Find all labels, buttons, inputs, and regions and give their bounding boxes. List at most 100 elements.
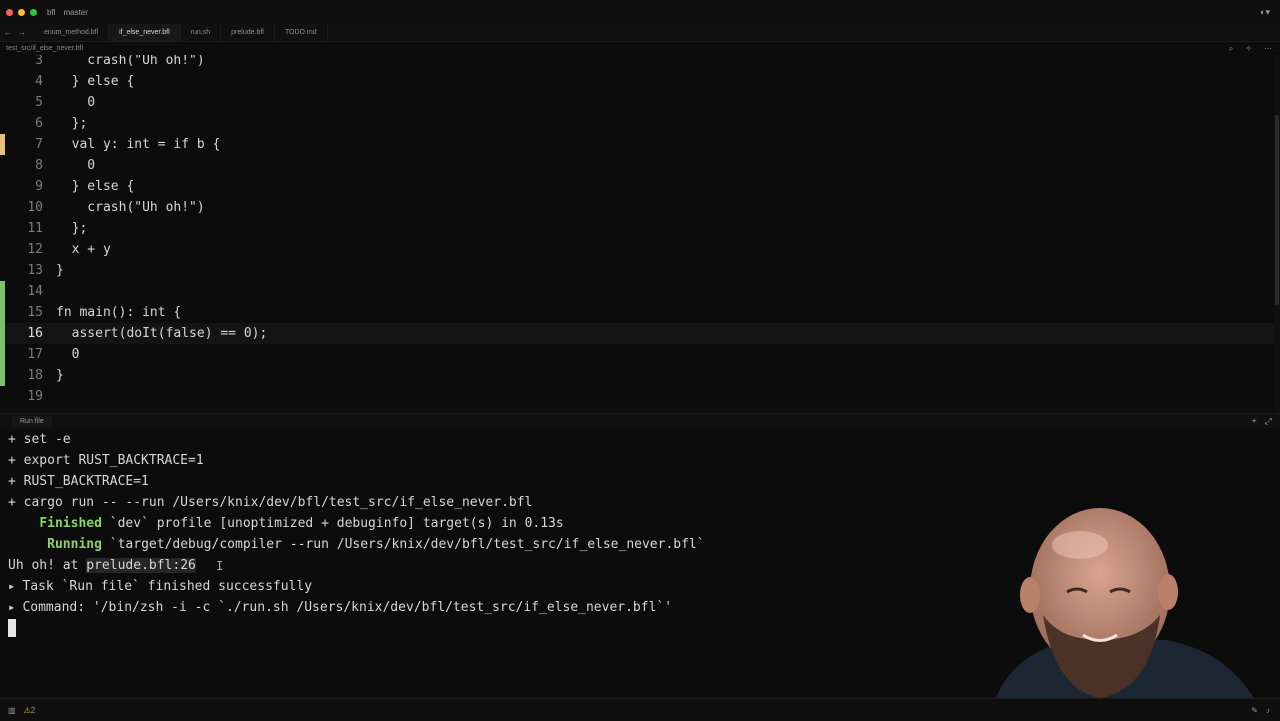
bell-icon[interactable]: ♪ xyxy=(1266,706,1270,715)
line-number: 14 xyxy=(27,284,43,299)
line-number: 18 xyxy=(27,368,43,383)
line-number: 12 xyxy=(27,242,43,257)
task-status-text: Task `Run file` finished successfully xyxy=(22,579,313,594)
source-location-link[interactable]: prelude.bfl:26 xyxy=(86,558,196,573)
code-line[interactable]: 5 0 xyxy=(0,92,1274,113)
terminal-line[interactable]: ▸ Command: '/bin/zsh -i -c `./run.sh /Us… xyxy=(8,597,672,618)
tab-if-else-never[interactable]: if_else_never.bfl xyxy=(109,24,181,41)
sparkle-icon[interactable]: ✧ xyxy=(1245,44,1252,54)
code-line[interactable]: 15 fn main(): int { xyxy=(0,302,1274,323)
feedback-icon[interactable]: ✎ xyxy=(1251,706,1258,715)
nav-buttons: ← → xyxy=(0,24,34,41)
tab-todo[interactable]: TODO.md xyxy=(275,24,328,41)
scrollbar-thumb[interactable] xyxy=(1275,115,1279,305)
tab-enum-method[interactable]: enum_method.bfl xyxy=(34,24,110,41)
code-line[interactable]: 19 xyxy=(0,386,1274,407)
tab-run-file[interactable]: Run file xyxy=(12,416,52,427)
line-number: 3 xyxy=(35,55,43,68)
line-text: crash("Uh oh!") xyxy=(56,55,205,68)
code-line[interactable]: 18} xyxy=(0,365,1274,386)
terminal-line: Finished `dev` profile [unoptimized + de… xyxy=(8,513,564,534)
line-text: }; xyxy=(56,221,88,236)
code-line[interactable]: 12 x + y xyxy=(0,239,1274,260)
line-number: 11 xyxy=(27,221,43,236)
code-line[interactable]: 10 crash("Uh oh!") xyxy=(0,197,1274,218)
line-text: 0 xyxy=(56,95,96,110)
plus-icon[interactable]: + xyxy=(1252,416,1257,427)
line-text: }; xyxy=(56,116,88,131)
tab-label: prelude.bfl xyxy=(231,29,264,36)
tab-prelude[interactable]: prelude.bfl xyxy=(221,24,275,41)
branch-name[interactable]: master xyxy=(63,8,87,17)
code-line[interactable]: 17 0 xyxy=(0,344,1274,365)
terminal-panel-header: Run file + ⤢ xyxy=(0,413,1280,429)
terminal-line: Uh oh! at prelude.bfl:26 xyxy=(8,555,196,576)
line-number: 10 xyxy=(27,200,43,215)
code-editor[interactable]: 3 crash("Uh oh!") 4 } else { 5 0 6 }; 7 … xyxy=(0,55,1280,412)
project-name[interactable]: bfl xyxy=(47,8,55,17)
tab-label: run.sh xyxy=(190,29,211,36)
line-number: 17 xyxy=(27,347,43,362)
line-text: 0 xyxy=(56,158,96,173)
code-line[interactable]: 3 crash("Uh oh!") xyxy=(0,55,1274,71)
code-line-current[interactable]: 16 assert(doIt(false) == 0); xyxy=(0,323,1274,344)
line-text: 0 xyxy=(56,347,80,362)
tab-label: if_else_never.bfl xyxy=(119,29,170,36)
terminal-line: + cargo run -- --run /Users/knix/dev/bfl… xyxy=(8,495,533,510)
tab-run-sh[interactable]: run.sh xyxy=(181,24,222,41)
minimize-window-button[interactable] xyxy=(18,8,25,16)
line-number: 16 xyxy=(27,326,43,341)
line-text: } else { xyxy=(56,74,135,89)
expand-icon[interactable]: ⤢ xyxy=(1265,416,1272,427)
line-text: fn main(): int { xyxy=(56,305,182,320)
search-icon[interactable]: ⌕ xyxy=(1229,44,1233,54)
line-number: 4 xyxy=(35,74,43,89)
disclosure-triangle-icon[interactable]: ▸ xyxy=(8,579,22,593)
code-line[interactable]: 6 }; xyxy=(0,113,1274,134)
terminal-line: + RUST_BACKTRACE=1 xyxy=(8,474,149,489)
breadcrumb-bar: test_src/if_else_never.bfl ⌕ ✧ ⋯ xyxy=(0,42,1280,55)
error-text: Uh oh! at xyxy=(8,558,87,573)
warning-icon[interactable]: ⚠ xyxy=(24,706,31,715)
line-text: crash("Uh oh!") xyxy=(56,200,205,215)
title-bar: bfl master ◐▾ xyxy=(0,0,1280,24)
line-text: val y: int = if b { xyxy=(56,137,221,152)
line-text: assert(doIt(false) == 0); xyxy=(56,326,268,341)
close-window-button[interactable] xyxy=(6,8,13,16)
disclosure-triangle-icon[interactable]: ▸ xyxy=(8,600,22,614)
warning-count[interactable]: 2 xyxy=(31,706,35,715)
code-line[interactable]: 7 val y: int = if b { xyxy=(0,134,1274,155)
line-text: } xyxy=(56,263,64,278)
status-text: `dev` profile [unoptimized + debuginfo] … xyxy=(101,516,564,531)
terminal-line: + set -e xyxy=(8,432,71,447)
code-line[interactable]: 8 0 xyxy=(0,155,1274,176)
forward-arrow-icon[interactable]: → xyxy=(18,28,26,37)
line-number: 9 xyxy=(35,179,43,194)
tab-bar: ← → enum_method.bfl if_else_never.bfl ru… xyxy=(0,24,1280,42)
more-icon[interactable]: ⋯ xyxy=(1264,44,1272,54)
code-line[interactable]: 11 }; xyxy=(0,218,1274,239)
line-number: 15 xyxy=(27,305,43,320)
status-keyword: Running xyxy=(47,537,102,552)
tab-label: enum_method.bfl xyxy=(44,29,99,36)
zoom-window-button[interactable] xyxy=(30,8,37,16)
line-number: 13 xyxy=(27,263,43,278)
code-line[interactable]: 13} xyxy=(0,260,1274,281)
terminal-line[interactable]: ▸ Task `Run file` finished successfully xyxy=(8,576,312,597)
command-text: Command: '/bin/zsh -i -c `./run.sh /User… xyxy=(22,600,673,615)
status-keyword: Finished xyxy=(39,516,102,531)
user-avatar-icon[interactable]: ◐▾ xyxy=(1260,7,1270,18)
line-number: 8 xyxy=(35,158,43,173)
status-text: `target/debug/compiler --run /Users/knix… xyxy=(101,537,705,552)
webcam-overlay xyxy=(955,500,1280,700)
line-text: x + y xyxy=(56,242,111,257)
code-line[interactable]: 9 } else { xyxy=(0,176,1274,197)
panel-toggle-icon[interactable]: ▥ xyxy=(8,706,16,715)
code-line[interactable]: 4 } else { xyxy=(0,71,1274,92)
back-arrow-icon[interactable]: ← xyxy=(4,28,12,37)
breadcrumb[interactable]: test_src/if_else_never.bfl xyxy=(6,45,83,52)
editor-scrollbar[interactable] xyxy=(1274,55,1280,412)
person-illustration xyxy=(995,508,1255,700)
text-cursor-icon: I xyxy=(216,559,224,573)
code-line[interactable]: 14 xyxy=(0,281,1274,302)
